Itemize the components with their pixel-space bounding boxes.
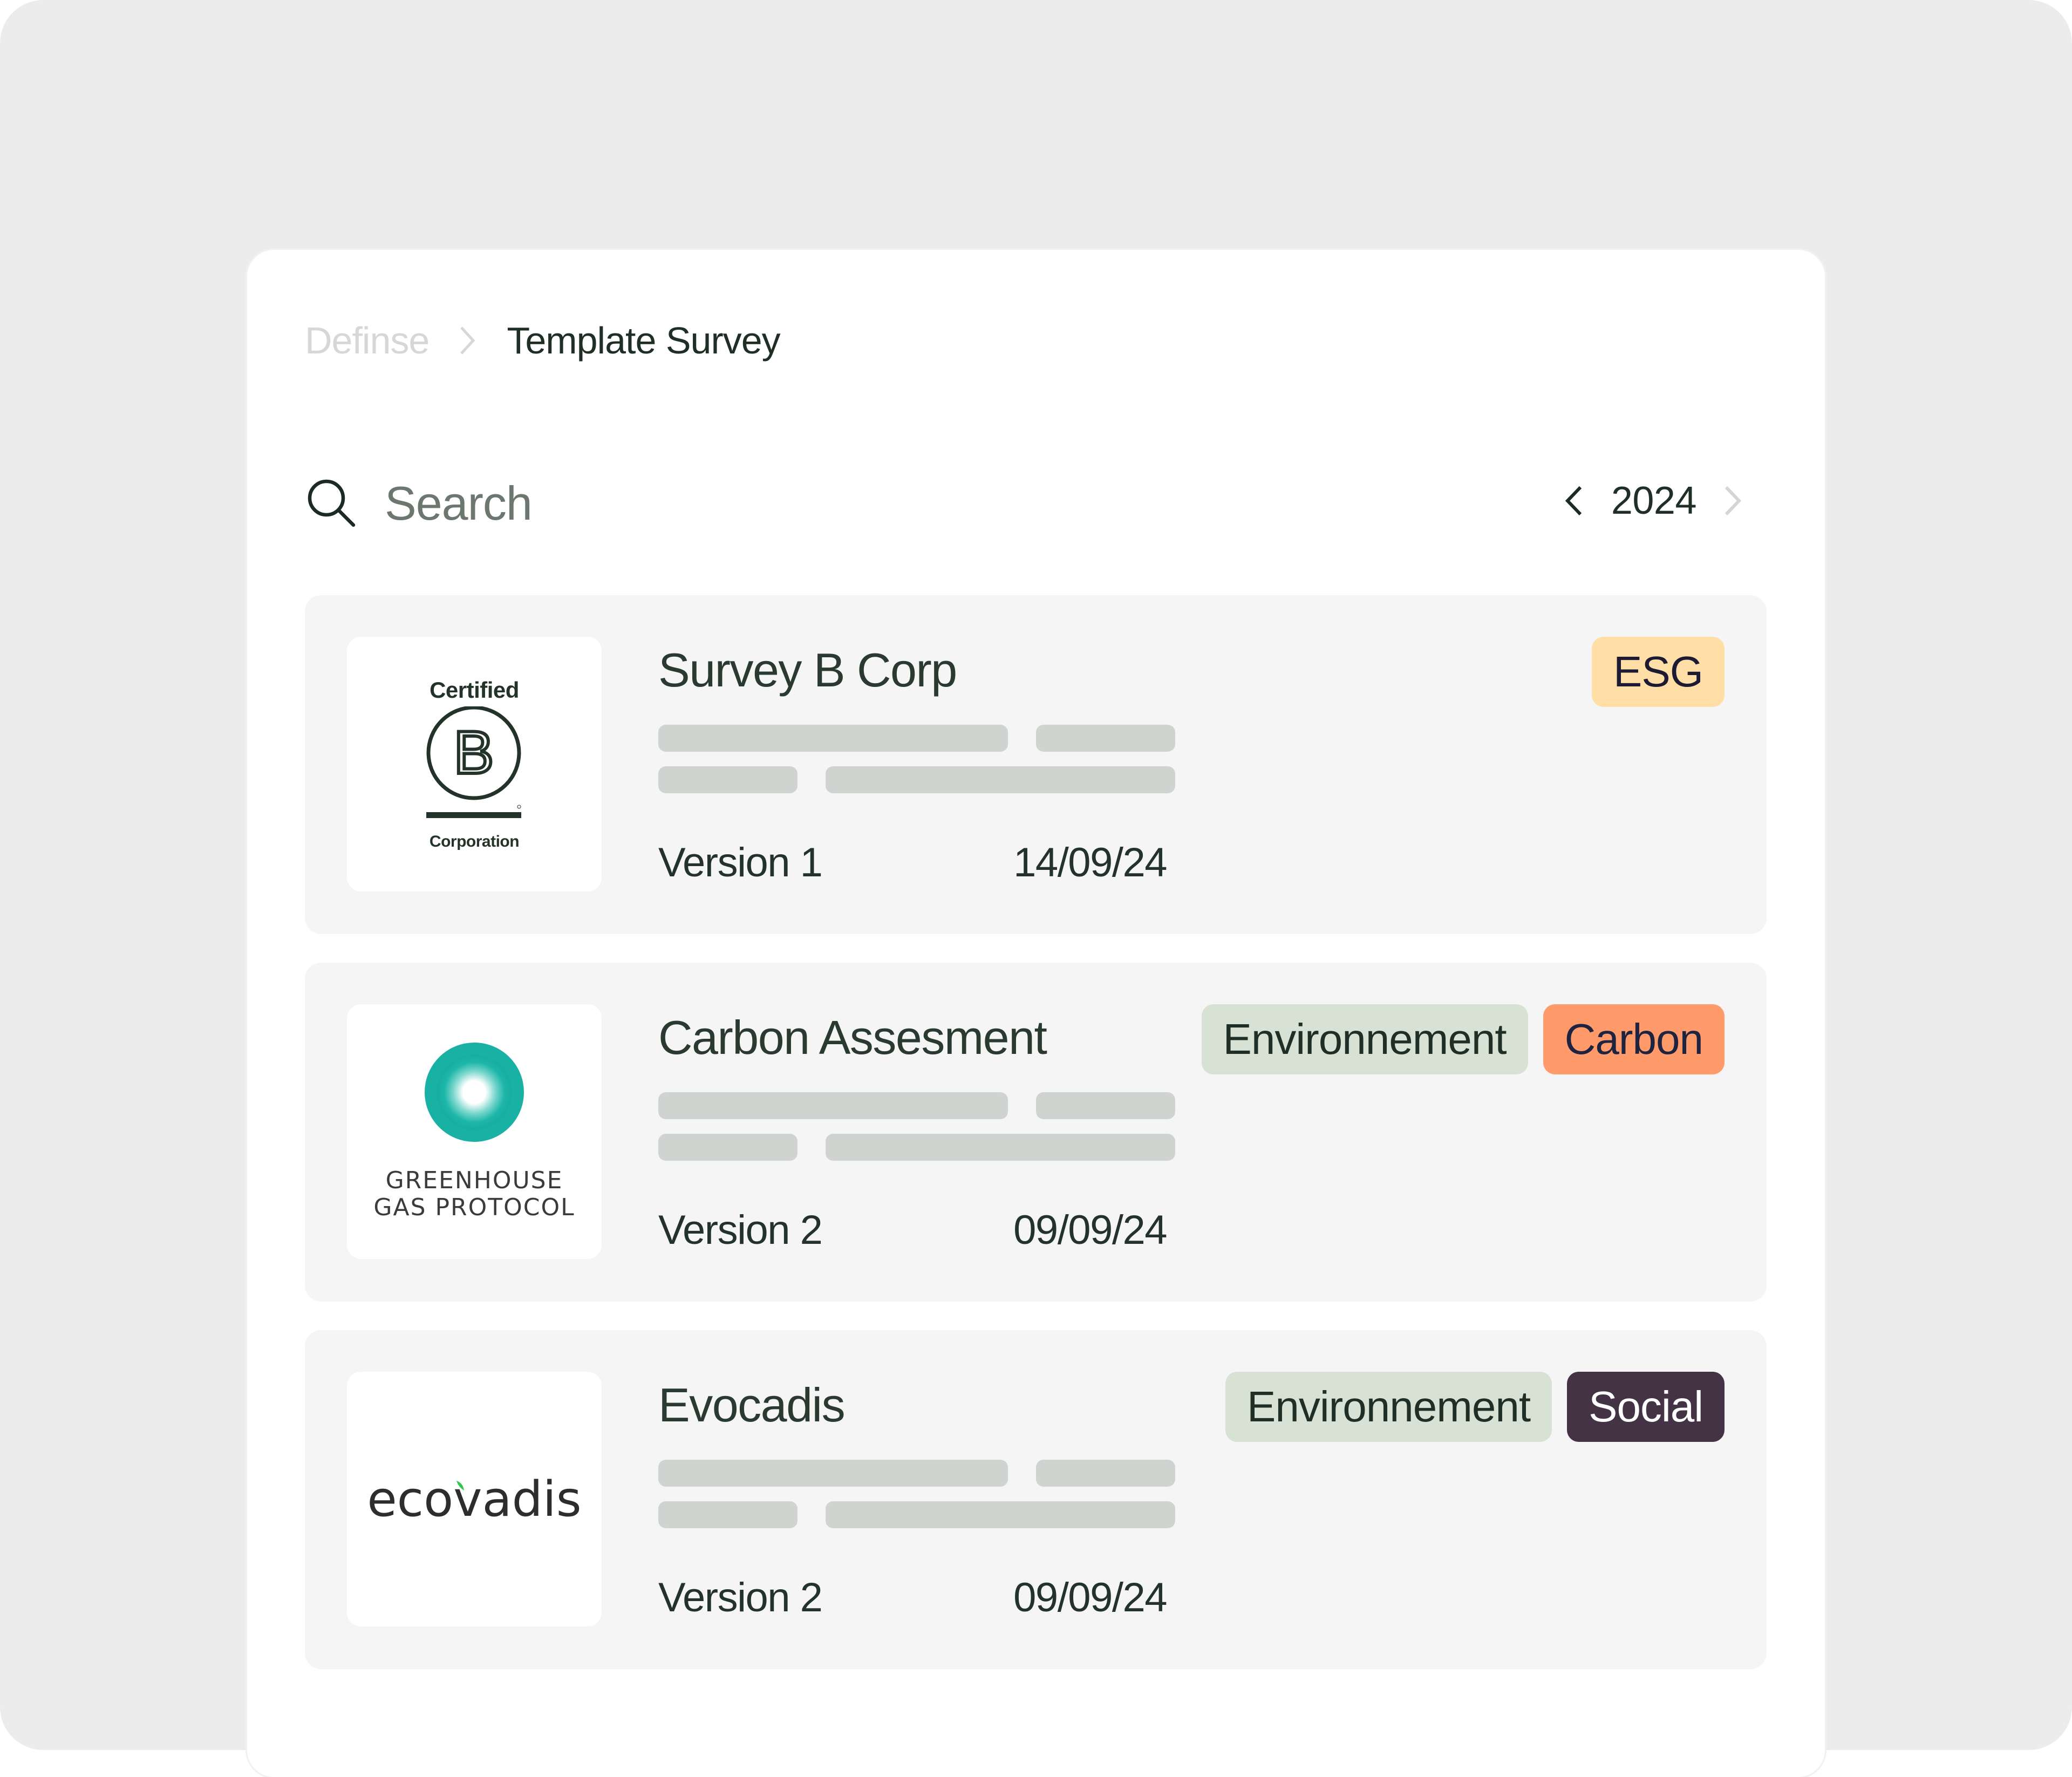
survey-date: 14/09/24 <box>1013 840 1167 886</box>
survey-version: Version 1 <box>658 840 823 886</box>
greenhouse-gas-protocol-logo: GREENHOUSE GAS PROTOCOL <box>347 1004 602 1259</box>
chevron-right-icon <box>1725 486 1742 516</box>
tag-badge: Environnement <box>1201 1004 1528 1074</box>
survey-title: Survey B Corp <box>658 643 957 697</box>
leaf-icon <box>456 1480 465 1490</box>
skeleton-line <box>658 1134 798 1161</box>
skeleton-line <box>658 1460 1008 1487</box>
ghg-circle-icon <box>424 1043 524 1142</box>
tag-list: Environnement Social <box>1225 1372 1725 1442</box>
survey-date: 09/09/24 <box>1013 1575 1167 1621</box>
logo-text-corporation: Corporation <box>429 833 520 850</box>
breadcrumb-current: Template Survey <box>507 319 780 362</box>
skeleton-line <box>826 1501 1175 1528</box>
survey-version: Version 2 <box>658 1575 823 1621</box>
chevron-left-icon <box>1565 486 1582 516</box>
skeleton-line <box>826 766 1175 793</box>
logo-text-line2: GAS PROTOCOL <box>373 1194 575 1221</box>
skeleton-line <box>658 1092 1008 1119</box>
b-corp-icon: B <box>426 706 521 818</box>
logo-text-line1: GREENHOUSE <box>385 1167 563 1194</box>
template-survey-panel: Definse Template Survey 2024 <box>247 250 1825 1777</box>
year-navigator: 2024 <box>1557 471 1749 530</box>
logo-text-eco: eco <box>367 1470 454 1528</box>
skeleton-line <box>826 1134 1175 1161</box>
chevron-right-icon <box>448 322 486 359</box>
search-bar[interactable] <box>305 471 1060 536</box>
tag-badge: Social <box>1567 1372 1725 1442</box>
tag-badge: Carbon <box>1543 1004 1725 1074</box>
breadcrumb-root-link[interactable]: Definse <box>305 319 430 362</box>
survey-title: Evocadis <box>658 1378 846 1432</box>
survey-card[interactable]: GREENHOUSE GAS PROTOCOL Carbon Assesment… <box>305 963 1767 1302</box>
previous-year-button[interactable] <box>1557 479 1590 522</box>
tag-badge: ESG <box>1592 637 1725 707</box>
tag-badge: Environnement <box>1225 1372 1552 1442</box>
page-background: Definse Template Survey 2024 <box>0 0 2072 1777</box>
skeleton-line <box>658 766 798 793</box>
survey-title: Carbon Assesment <box>658 1011 1047 1064</box>
svg-text:B: B <box>454 719 494 786</box>
skeleton-line <box>1036 1092 1175 1119</box>
breadcrumb: Definse Template Survey <box>305 314 781 367</box>
skeleton-line <box>658 725 1008 752</box>
skeleton-line <box>1036 725 1175 752</box>
skeleton-line <box>1036 1460 1175 1487</box>
tag-list: Environnement Carbon <box>1201 1004 1725 1074</box>
b-corp-logo: Certified B Corporation <box>347 637 602 891</box>
logo-v: v <box>453 1470 482 1528</box>
logo-text-adis: adis <box>482 1470 582 1528</box>
survey-card[interactable]: ecov adis Evocadis Version 2 09/09/24 Env… <box>305 1330 1767 1669</box>
survey-version: Version 2 <box>658 1207 823 1253</box>
year-label: 2024 <box>1611 479 1697 522</box>
ecovadis-logo: ecov adis <box>347 1372 602 1626</box>
logo-text-certified: Certified <box>430 677 519 703</box>
search-icon <box>305 476 359 530</box>
search-input[interactable] <box>385 476 978 531</box>
survey-card[interactable]: Certified B Corporation Survey B Corp Ve… <box>305 595 1767 934</box>
next-year-button[interactable] <box>1717 479 1749 522</box>
tag-list: ESG <box>1592 637 1725 707</box>
skeleton-line <box>658 1501 798 1528</box>
survey-date: 09/09/24 <box>1013 1207 1167 1253</box>
